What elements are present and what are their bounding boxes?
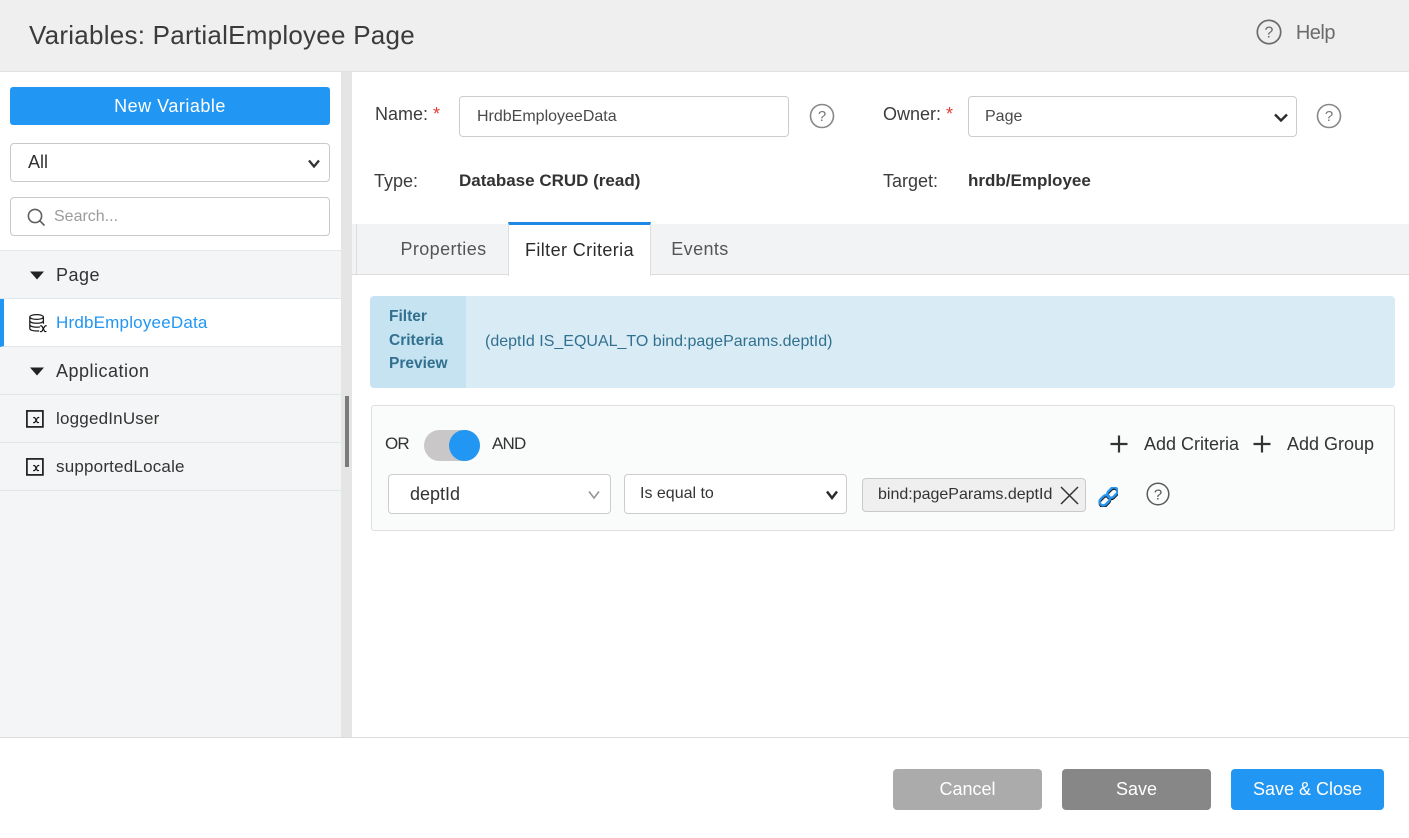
svg-text:?: ? — [1325, 108, 1333, 125]
svg-text:?: ? — [1264, 25, 1273, 42]
svg-text:?: ? — [818, 108, 826, 125]
svg-text:?: ? — [1154, 487, 1162, 504]
